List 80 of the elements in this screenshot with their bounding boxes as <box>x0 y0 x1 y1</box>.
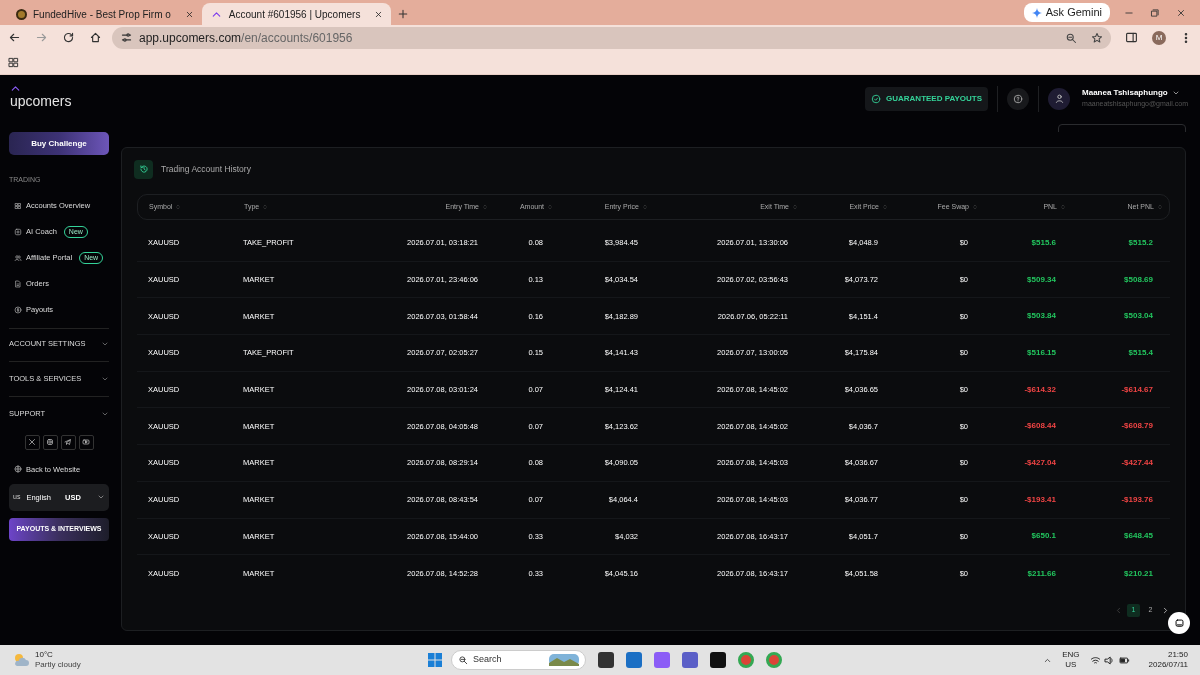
table-cell: $210.21 <box>1124 567 1153 580</box>
reload-icon[interactable] <box>62 31 75 44</box>
site-settings-icon[interactable] <box>120 31 133 44</box>
upcomers-logo[interactable]: upcomers <box>10 91 72 112</box>
volume-icon[interactable] <box>1103 654 1115 666</box>
clock-date[interactable]: 2026/07/11 <box>1148 660 1188 670</box>
table-cell: -$608.44 <box>1024 420 1056 433</box>
table-cell: $648.45 <box>1124 530 1153 543</box>
wifi-icon[interactable] <box>1089 654 1101 666</box>
guaranteed-payouts-button[interactable]: GUARANTEED PAYOUTS <box>865 86 989 111</box>
zoom-icon[interactable] <box>1065 31 1077 44</box>
windows-start-icon[interactable] <box>427 652 443 668</box>
next-page-icon[interactable] <box>1161 606 1170 615</box>
user-name[interactable]: Maanea Tshisaphungo <box>1082 87 1168 100</box>
temperature[interactable]: 10°C <box>35 650 81 660</box>
table-cell: -$427.44 <box>1121 456 1153 469</box>
weather-condition[interactable]: Partly cloudy <box>35 660 81 670</box>
document-icon <box>14 280 22 288</box>
help-button[interactable] <box>1007 87 1030 110</box>
buy-challenge-button[interactable]: Buy Challenge <box>9 132 109 155</box>
profile-avatar[interactable]: M <box>1152 30 1166 45</box>
bookmark-star-icon[interactable] <box>1091 31 1103 44</box>
x-logo-icon <box>28 438 36 446</box>
table-cell: $515.2 <box>1128 236 1153 249</box>
search-icon <box>458 655 468 665</box>
social-link[interactable] <box>42 434 58 450</box>
plus-square-icon <box>14 228 22 236</box>
table-cell: -$614.67 <box>1121 383 1153 396</box>
table-cell: $515.4 <box>1128 346 1153 359</box>
close-icon[interactable] <box>184 9 194 19</box>
side-panel-icon[interactable] <box>1125 31 1138 44</box>
card-title: Trading Account History <box>161 162 251 176</box>
table-cell: $509.34 <box>1027 273 1056 286</box>
user-avatar[interactable] <box>1048 87 1071 110</box>
grid-icon <box>14 202 22 210</box>
chat-icon <box>1173 617 1185 629</box>
telegram-icon <box>64 438 72 446</box>
social-link[interactable] <box>24 434 40 450</box>
clock-time[interactable]: 21:50 <box>1167 650 1188 660</box>
new-tab-icon[interactable] <box>397 8 410 20</box>
table-cell: $516.15 <box>1027 346 1056 359</box>
ask-gemini-button[interactable]: Ask Gemini <box>1023 3 1110 22</box>
input-region[interactable]: US <box>1065 660 1077 670</box>
input-language[interactable]: ENG <box>1062 650 1080 660</box>
browser-tab[interactable]: Account #601956 | Upcomers <box>201 3 392 25</box>
browser-tab[interactable]: FundedHive - Best Prop Firm o <box>8 3 202 25</box>
help-icon <box>1013 93 1024 104</box>
dollar-coin-icon <box>14 306 22 314</box>
instagram-icon <box>46 438 54 446</box>
table-cell: -$193.41 <box>1024 493 1056 506</box>
back-icon[interactable] <box>8 31 21 44</box>
social-link[interactable] <box>60 434 76 450</box>
table-cell: -$427.04 <box>1024 456 1056 469</box>
battery-icon[interactable] <box>1117 654 1131 666</box>
restore-icon[interactable] <box>1150 8 1160 18</box>
table-cell: $650.1 <box>1031 530 1056 543</box>
table-cell: $503.84 <box>1027 310 1056 323</box>
table-cell: $211.66 <box>1027 567 1056 580</box>
apps-icon[interactable] <box>8 56 19 68</box>
table-cell: -$608.79 <box>1121 420 1153 433</box>
cloud-sun-icon <box>12 652 30 668</box>
globe-icon <box>14 465 22 474</box>
home-icon[interactable] <box>89 31 102 44</box>
taskbar-search[interactable]: Search <box>451 650 586 670</box>
table-cell: $515.6 <box>1031 236 1056 249</box>
user-icon <box>1053 93 1065 104</box>
sparkle-icon <box>1031 7 1042 18</box>
social-link[interactable] <box>78 434 94 450</box>
landscape-thumbnail-icon <box>549 654 579 666</box>
table-cell: -$614.32 <box>1024 383 1056 396</box>
users-icon <box>14 254 22 262</box>
check-circle-icon <box>871 93 882 104</box>
close-icon[interactable] <box>1176 8 1186 18</box>
address-bar[interactable]: app.upcomers.com/en/accounts/601956 <box>112 26 1111 49</box>
close-icon[interactable] <box>374 9 384 19</box>
table-cell: $508.69 <box>1124 273 1153 286</box>
table-cell: -$193.76 <box>1121 493 1153 506</box>
history-icon <box>138 164 149 174</box>
table-cell: $503.04 <box>1124 310 1153 323</box>
youtube-icon <box>82 438 90 446</box>
